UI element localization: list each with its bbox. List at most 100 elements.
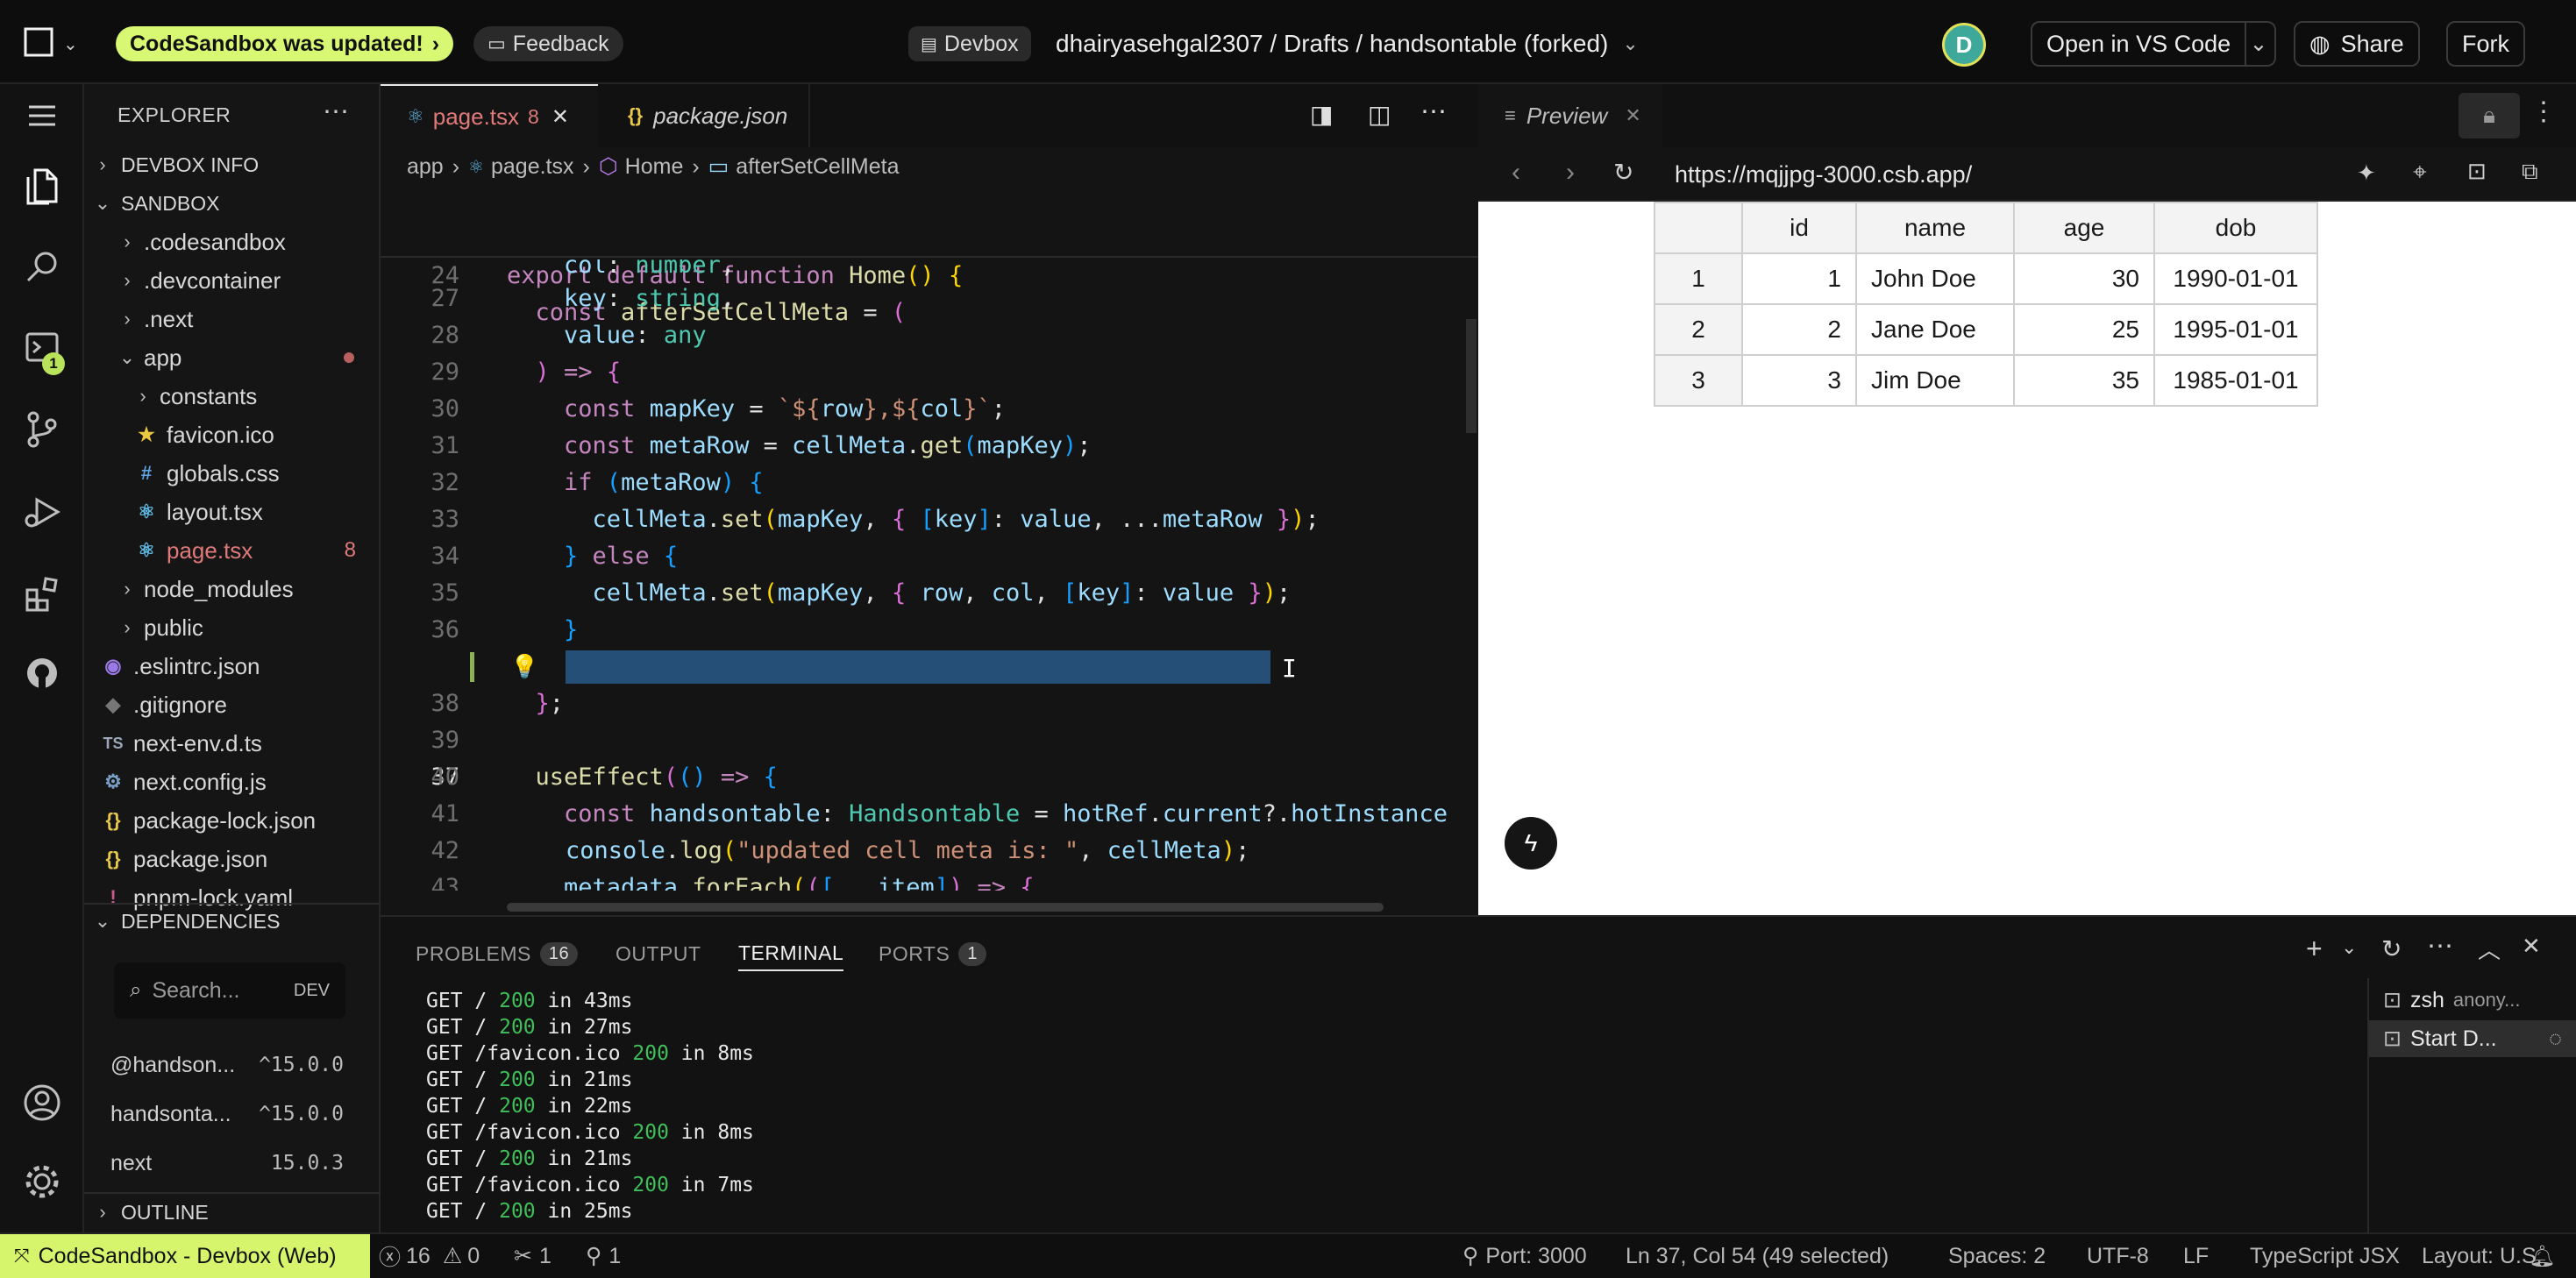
open-vscode-dropdown[interactable]: ⌄: [2243, 21, 2276, 67]
account-icon[interactable]: [0, 1066, 84, 1140]
fork-button[interactable]: Fork: [2446, 21, 2525, 67]
row-header-cell[interactable]: 1: [1654, 252, 1743, 305]
source-control-icon[interactable]: [0, 393, 84, 466]
terminal-output[interactable]: GET / 200 in 43ms GET / 200 in 27ms GET /f…: [381, 982, 2362, 1236]
vertical-scrollbar[interactable]: [1466, 319, 1477, 433]
menu-icon[interactable]: [0, 84, 84, 147]
table-cell[interactable]: 1995-01-01: [2153, 303, 2318, 356]
folder-item[interactable]: › .next: [84, 300, 381, 338]
code-line-active[interactable]: 💡 37 console.log("updated cell meta is: …: [381, 649, 1478, 864]
folder-item[interactable]: › constants: [84, 377, 381, 415]
section-dependencies[interactable]: ⌄ DEPENDENCIES: [84, 903, 381, 938]
terminal-session-start[interactable]: ⊡ Start D... ◌: [2369, 1020, 2576, 1057]
table-cell[interactable]: 1990-01-01: [2153, 252, 2318, 305]
toggle-sidebar-icon[interactable]: ◨: [1310, 100, 1333, 129]
encoding[interactable]: UTF-8: [2087, 1234, 2149, 1278]
cursor-position[interactable]: Ln 37, Col 54 (49 selected): [1626, 1234, 1889, 1278]
more-actions-icon[interactable]: ⋯: [323, 96, 349, 127]
terminal-session-zsh[interactable]: ⊡ zsh anony...: [2369, 982, 2576, 1019]
table-cell[interactable]: 1985-01-01: [2153, 354, 2318, 407]
code-line[interactable]: 24 const afterSetCellMeta = (: [381, 221, 1478, 326]
folder-item[interactable]: › .codesandbox: [84, 223, 381, 261]
tab-terminal[interactable]: TERMINAL: [738, 936, 844, 971]
code-line[interactable]: 27 key: string,: [381, 280, 1478, 317]
dependency-item[interactable]: handsonta... ^15.0.0: [84, 1092, 381, 1136]
dev-tag[interactable]: DEV: [294, 981, 330, 1001]
file-item[interactable]: {} package-lock.json: [84, 801, 381, 840]
more-actions-icon[interactable]: ⋮: [2530, 96, 2557, 127]
devbox-tag[interactable]: ▤ Devbox: [908, 26, 1031, 61]
code-line[interactable]: 40 useEffect(() => {: [381, 759, 1478, 796]
table-header-cell[interactable]: [1654, 202, 1743, 254]
tab-problems[interactable]: PROBLEMS 16: [416, 936, 579, 971]
maximize-panel-icon[interactable]: ︿: [2478, 933, 2501, 965]
dependency-search-input[interactable]: Search...: [152, 978, 239, 1004]
folder-item[interactable]: › public: [84, 608, 381, 647]
table-header-cell[interactable]: age: [2013, 202, 2155, 254]
table-header-cell[interactable]: id: [1741, 202, 1857, 254]
code-line[interactable]: 34 } else {: [381, 538, 1478, 575]
chevron-down-icon[interactable]: ⌄: [2341, 936, 2357, 959]
code-line[interactable]: 38 };: [381, 685, 1478, 722]
port-indicator[interactable]: ⚲ Port: 3000: [1462, 1234, 1587, 1278]
code-line[interactable]: 11 export default function Home() {: [381, 184, 1478, 289]
magic-icon[interactable]: ✦: [2357, 160, 2376, 187]
url-field[interactable]: https://mqjjpg-3000.csb.app/: [1675, 161, 1972, 188]
more-actions-icon[interactable]: ⋯: [2427, 931, 2453, 962]
close-icon[interactable]: ✕: [551, 104, 569, 130]
codesandbox-bolt-button[interactable]: ϟ: [1505, 817, 1557, 870]
tab-output[interactable]: OUTPUT: [616, 936, 701, 971]
share-button[interactable]: ◍ Share: [2294, 21, 2420, 67]
table-cell[interactable]: 25: [2013, 303, 2155, 356]
split-editor-icon[interactable]: ◫: [1368, 100, 1391, 129]
code-line[interactable]: 29 ) => {: [381, 354, 1478, 391]
more-actions-icon[interactable]: ⋯: [1420, 96, 1447, 127]
table-cell[interactable]: John Doe: [1855, 252, 2015, 305]
open-new-window-icon[interactable]: ⧉: [2522, 158, 2538, 186]
file-item[interactable]: ⚛ page.tsx 8: [84, 531, 381, 570]
table-header-cell[interactable]: dob: [2153, 202, 2318, 254]
close-icon[interactable]: ✕: [2522, 933, 2541, 960]
table-cell[interactable]: 35: [2013, 354, 2155, 407]
github-icon[interactable]: [0, 636, 84, 710]
gear-icon[interactable]: [0, 1145, 84, 1218]
breadcrumb-item[interactable]: app: [407, 154, 444, 180]
code-line[interactable]: 33 cellMeta.set(mapKey, { [key]: value, …: [381, 501, 1478, 538]
terminal-icon[interactable]: 1: [0, 310, 84, 384]
code-line[interactable]: 41 const handsontable: Handsontable = ho…: [381, 796, 1478, 833]
tab-preview[interactable]: ≡ Preview ✕: [1478, 84, 1662, 147]
lock-icon[interactable]: 🔒︎: [2459, 93, 2520, 138]
lightbulb-icon[interactable]: 💡: [510, 649, 538, 685]
breadcrumb-item[interactable]: page.tsx: [491, 154, 574, 180]
sandbox-logo-icon[interactable]: [23, 26, 54, 58]
refresh-icon[interactable]: ↻: [1613, 158, 1633, 187]
keyboard-layout[interactable]: Layout: U.S.: [2422, 1234, 2543, 1278]
file-item[interactable]: TS next-env.d.ts: [84, 724, 381, 763]
restart-icon[interactable]: ↻: [2381, 934, 2402, 963]
search-icon[interactable]: [0, 230, 84, 303]
file-item[interactable]: ⚛ layout.tsx: [84, 493, 381, 531]
file-item[interactable]: ◉ .eslintrc.json: [84, 647, 381, 685]
project-path[interactable]: dhairyasehgal2307 / Drafts / handsontabl…: [1056, 26, 1639, 61]
explorer-files-icon[interactable]: [0, 149, 84, 223]
breadcrumb-item[interactable]: Home: [625, 154, 684, 180]
code-line[interactable]: 32 if (metaRow) {: [381, 465, 1478, 501]
table-header-cell[interactable]: name: [1855, 202, 2015, 254]
table-cell[interactable]: 3: [1741, 354, 1857, 407]
file-item[interactable]: ★ favicon.ico: [84, 415, 381, 454]
table-cell[interactable]: Jane Doe: [1855, 303, 2015, 356]
section-devbox-info[interactable]: › DEVBOX INFO: [84, 146, 381, 184]
table-cell[interactable]: 1: [1741, 252, 1857, 305]
back-icon[interactable]: ‹: [1512, 158, 1520, 188]
dependency-item[interactable]: @handson... ^15.0.0: [84, 1043, 381, 1087]
crosshair-icon[interactable]: ⌖: [2413, 158, 2427, 187]
code-line[interactable]: 36 }: [381, 612, 1478, 649]
code-line[interactable]: 39: [381, 722, 1478, 759]
chevron-down-icon[interactable]: ⌄: [63, 33, 78, 55]
code-line[interactable]: 42: [381, 833, 1478, 870]
tab-package-json[interactable]: {} package.json: [600, 84, 810, 147]
problems-indicator[interactable]: ⓧ 16 ⚠ 0: [379, 1234, 480, 1278]
table-cell[interactable]: Jim Doe: [1855, 354, 2015, 407]
ports-radio-indicator[interactable]: ⚲ 1: [586, 1234, 621, 1278]
open-vscode-button[interactable]: Open in VS Code: [2031, 21, 2247, 67]
